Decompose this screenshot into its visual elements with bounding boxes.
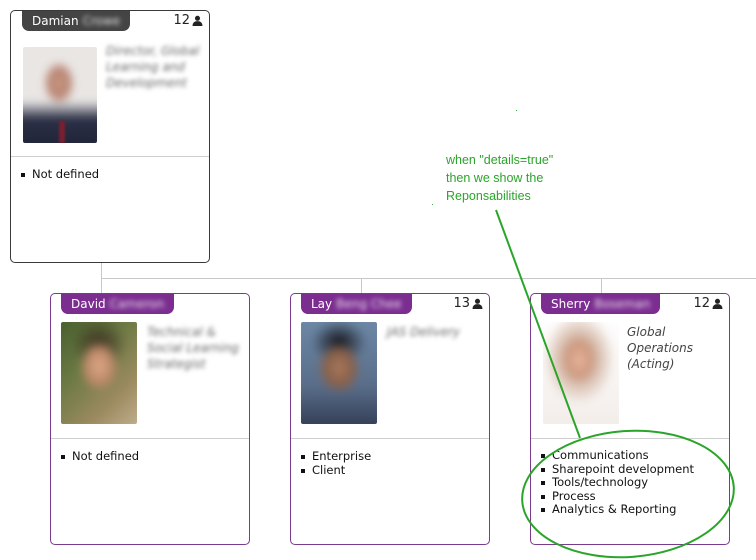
person-first-name: Lay	[311, 297, 333, 311]
connector-horizontal	[101, 278, 756, 279]
person-title: Director, Global Learning and Developmen…	[106, 44, 200, 90]
person-name-tab: Lay Beng Chee	[301, 294, 412, 314]
person-photo	[543, 322, 619, 424]
person-last-name: Beng Chee	[336, 297, 402, 311]
person-name-tab: Sherry Boseman	[541, 294, 661, 314]
connector-drop-2	[361, 278, 362, 293]
responsibility-item: Client	[300, 463, 371, 478]
responsibility-item: Sharepoint development	[540, 462, 694, 477]
connector-drop-1	[101, 278, 102, 293]
card-divider	[291, 438, 489, 439]
person-title: Global Operations (Acting)	[627, 325, 693, 371]
org-card-child-1[interactable]: David Cameron Technical & Social Learning…	[50, 293, 250, 545]
card-divider	[531, 438, 729, 439]
responsibility-item: Process	[540, 489, 694, 504]
direct-reports-count: 12	[693, 296, 723, 311]
person-first-name: Damian	[32, 14, 79, 28]
person-title: JAS Delivery	[387, 325, 460, 339]
count-value: 12	[173, 13, 190, 28]
card-divider	[11, 156, 209, 157]
card-divider	[51, 438, 249, 439]
count-value: 13	[453, 296, 470, 311]
responsibility-item: Communications	[540, 448, 694, 463]
org-card-root[interactable]: Damian Crowe 12 Director, Global Learning…	[10, 10, 210, 263]
stray-dot	[432, 204, 433, 205]
direct-reports-count: 12	[173, 13, 203, 28]
person-icon	[472, 298, 483, 309]
person-icon	[712, 298, 723, 309]
person-photo	[61, 322, 137, 424]
direct-reports-count: 13	[453, 296, 483, 311]
person-icon	[192, 15, 203, 26]
responsibility-item: Enterprise	[300, 449, 371, 464]
responsibilities-list: Not defined	[20, 167, 99, 182]
person-title: Technical & Social Learning Strategist	[147, 325, 239, 371]
person-last-name: Crowe	[82, 14, 121, 28]
org-card-child-3[interactable]: Sherry Boseman 12 Global Operations (Acti…	[530, 293, 730, 545]
person-name-tab: Damian Crowe	[22, 11, 131, 31]
person-last-name: Boseman	[594, 297, 651, 311]
connector-vertical-root	[101, 262, 102, 278]
org-card-child-2[interactable]: Lay Beng Chee 13 JAS Delivery Enterprise …	[290, 293, 490, 545]
responsibility-item: Not defined	[60, 449, 139, 464]
person-last-name: Cameron	[109, 297, 165, 311]
responsibility-item: Tools/technology	[540, 475, 694, 490]
count-value: 12	[693, 296, 710, 311]
person-first-name: David	[71, 297, 106, 311]
annotation-note: when "details=true" then we show the Rep…	[446, 153, 554, 203]
responsibilities-list: Enterprise Client	[300, 449, 371, 478]
responsibility-item: Not defined	[20, 167, 99, 182]
connector-drop-3	[601, 278, 602, 293]
person-name-tab: David Cameron	[61, 294, 175, 314]
person-first-name: Sherry	[551, 297, 591, 311]
responsibility-item: Analytics & Reporting	[540, 502, 694, 517]
responsibilities-list: Not defined	[60, 449, 139, 464]
responsibilities-list: Communications Sharepoint development To…	[540, 448, 694, 517]
person-photo	[23, 47, 97, 143]
stray-dot	[516, 110, 517, 111]
person-photo	[301, 322, 377, 424]
